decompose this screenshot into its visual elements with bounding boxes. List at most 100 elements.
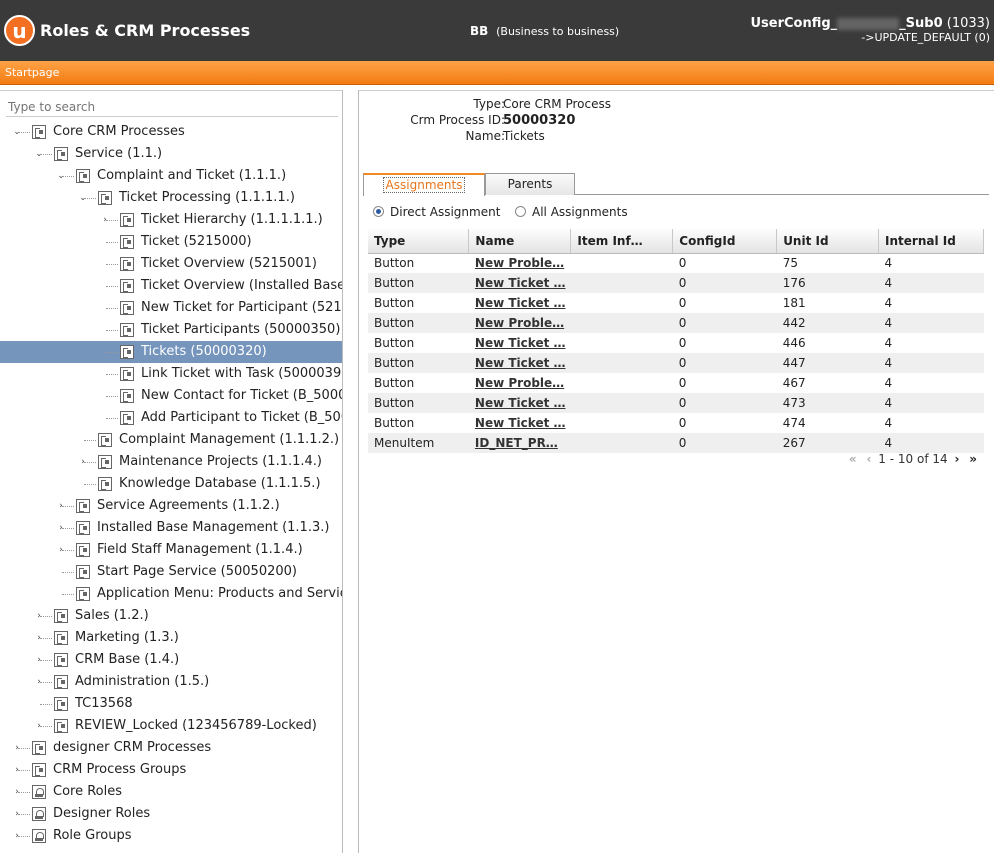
column-header[interactable]: Name xyxy=(468,229,572,254)
name-link[interactable]: New Ticket … xyxy=(468,333,571,353)
table-row[interactable]: Button New Ticket … 0 176 4 xyxy=(368,273,984,293)
process-id-label: Crm Process ID: xyxy=(410,113,505,127)
tree-node[interactable]: Start Page Service (50050200) xyxy=(0,561,342,583)
tree-node[interactable]: New Contact for Ticket (B_50000 xyxy=(0,385,342,407)
table-cell: 0 xyxy=(672,273,777,293)
tree-node[interactable]: › CRM Base (1.4.) xyxy=(0,649,342,671)
tree-node[interactable]: Add Participant to Ticket (B_5000 xyxy=(0,407,342,429)
tab-parents[interactable]: Parents xyxy=(485,173,575,195)
tree-node[interactable]: New Ticket for Participant (52150 xyxy=(0,297,342,319)
radio-direct-assignment[interactable]: Direct Assignment xyxy=(373,205,500,219)
tree-node-label: Sales (1.2.) xyxy=(75,608,149,623)
table-row[interactable]: Button New Proble… 0 75 4 xyxy=(368,253,984,273)
tree-node[interactable]: › Designer Roles xyxy=(0,803,342,825)
tree-connector xyxy=(18,792,30,793)
table-cell: Button xyxy=(368,333,469,353)
tree-node[interactable]: TC13568 xyxy=(0,693,342,715)
column-header[interactable]: ConfigId xyxy=(672,229,778,254)
process-icon xyxy=(98,455,112,469)
prev-page-icon[interactable]: ‹ xyxy=(867,452,872,466)
tree-node-label: Application Menu: Products and Service xyxy=(97,586,343,601)
tree-node[interactable]: › Role Groups xyxy=(0,825,342,847)
radio-all-assignments[interactable]: All Assignments xyxy=(515,205,628,219)
next-page-icon[interactable]: › xyxy=(954,452,959,466)
table-cell: Button xyxy=(368,353,469,373)
first-page-icon[interactable]: « xyxy=(849,452,857,466)
name-link[interactable]: New Ticket … xyxy=(468,293,571,313)
tree-node[interactable]: Ticket Overview (Installed Base) xyxy=(0,275,342,297)
process-icon xyxy=(32,741,46,755)
tree-connector xyxy=(84,440,96,441)
table-cell: 442 xyxy=(776,313,879,333)
tree-node[interactable]: Complaint Management (1.1.1.2.) xyxy=(0,429,342,451)
tree-node[interactable]: › Sales (1.2.) xyxy=(0,605,342,627)
name-link[interactable]: ID_NET_PR… xyxy=(468,433,571,453)
column-header[interactable]: Type xyxy=(368,229,470,254)
tree-node[interactable]: Application Menu: Products and Service xyxy=(0,583,343,605)
tree-node[interactable]: ⌄ Service (1.1.) xyxy=(0,143,342,165)
tree-node-label: Ticket Processing (1.1.1.1.) xyxy=(119,190,295,205)
tree-node[interactable]: › Field Staff Management (1.1.4.) xyxy=(0,539,342,561)
tree-node[interactable]: › REVIEW_Locked (123456789-Locked) xyxy=(0,715,342,737)
table-row[interactable]: Button New Ticket … 0 474 4 xyxy=(368,413,984,433)
tree-node[interactable]: › Maintenance Projects (1.1.1.4.) xyxy=(0,451,342,473)
tree-node[interactable]: Knowledge Database (1.1.1.5.) xyxy=(0,473,342,495)
process-icon xyxy=(54,719,68,733)
table-row[interactable]: MenuItem ID_NET_PR… 0 267 4 xyxy=(368,433,984,453)
tree-node[interactable]: › Marketing (1.3.) xyxy=(0,627,342,649)
tree-node[interactable]: Ticket Participants (50000350) xyxy=(0,319,342,341)
app-header: u Roles & CRM Processes BB (Business to … xyxy=(0,0,994,61)
tree-connector xyxy=(106,264,118,265)
tree-node[interactable]: › CRM Process Groups xyxy=(0,759,342,781)
tree-node[interactable]: Tickets (50000320) xyxy=(0,341,342,363)
table-row[interactable]: Button New Proble… 0 467 4 xyxy=(368,373,984,393)
table-row[interactable]: Button New Ticket … 0 446 4 xyxy=(368,333,984,353)
tree-node[interactable]: Ticket Overview (5215001) xyxy=(0,253,342,275)
tree-connector xyxy=(62,176,74,177)
user-config-suffix: _Sub0 xyxy=(899,16,943,31)
name-link[interactable]: New Ticket … xyxy=(468,273,571,293)
column-header[interactable]: Item Inf… xyxy=(570,229,674,254)
tree-connector xyxy=(62,572,74,573)
tree-connector xyxy=(62,594,74,595)
name-link[interactable]: New Proble… xyxy=(468,373,571,393)
user-info[interactable]: UserConfig_ _Sub0 (1033) ->UPDATE_DEFAULT… xyxy=(750,16,990,45)
tree-node[interactable]: › designer CRM Processes xyxy=(0,737,342,759)
table-row[interactable]: Button New Proble… 0 442 4 xyxy=(368,313,984,333)
name-link[interactable]: New Proble… xyxy=(468,253,571,273)
tree-node[interactable]: › Ticket Hierarchy (1.1.1.1.1.) xyxy=(0,209,342,231)
tree-node[interactable]: › Service Agreements (1.1.2.) xyxy=(0,495,342,517)
column-header[interactable]: Internal Id xyxy=(878,229,984,254)
tree-node[interactable]: › Core Roles xyxy=(0,781,342,803)
column-header[interactable]: Unit Id xyxy=(776,229,880,254)
name-link[interactable]: New Ticket … xyxy=(468,393,571,413)
tree-panel: ⌄Core CRM Processes⌄Service (1.1.)⌄Compl… xyxy=(0,90,343,853)
breadcrumb-startpage[interactable]: Startpage xyxy=(5,66,59,79)
tree-node[interactable]: › Installed Base Management (1.1.3.) xyxy=(0,517,342,539)
app-logo-icon[interactable]: u xyxy=(4,15,35,46)
radio-selected-icon[interactable] xyxy=(373,206,384,217)
tab-assignments[interactable]: Assignments xyxy=(363,173,485,196)
tree-connector xyxy=(40,154,52,155)
radio-unselected-icon[interactable] xyxy=(515,206,526,217)
name-link[interactable]: New Proble… xyxy=(468,313,571,333)
table-cell: 4 xyxy=(878,393,984,413)
process-icon xyxy=(54,609,68,623)
tree-connector xyxy=(40,682,52,683)
tree-node[interactable]: ⌄ Core CRM Processes xyxy=(0,121,342,143)
name-link[interactable]: New Ticket … xyxy=(468,413,571,433)
tree-connector xyxy=(18,132,30,133)
table-row[interactable]: Button New Ticket … 0 181 4 xyxy=(368,293,984,313)
tree-node[interactable]: Ticket (5215000) xyxy=(0,231,342,253)
table-row[interactable]: Button New Ticket … 0 473 4 xyxy=(368,393,984,413)
process-icon xyxy=(98,191,112,205)
tree-node[interactable]: Link Ticket with Task (50000390 xyxy=(0,363,342,385)
search-input[interactable] xyxy=(6,97,338,117)
last-page-icon[interactable]: » xyxy=(969,452,977,466)
tree-node[interactable]: ⌄ Ticket Processing (1.1.1.1.) xyxy=(0,187,342,209)
name-link[interactable]: New Ticket … xyxy=(468,353,571,373)
table-row[interactable]: Button New Ticket … 0 447 4 xyxy=(368,353,984,373)
table-cell: Button xyxy=(368,273,469,293)
tree-node[interactable]: ⌄ Complaint and Ticket (1.1.1.) xyxy=(0,165,342,187)
tree-node[interactable]: › Administration (1.5.) xyxy=(0,671,342,693)
